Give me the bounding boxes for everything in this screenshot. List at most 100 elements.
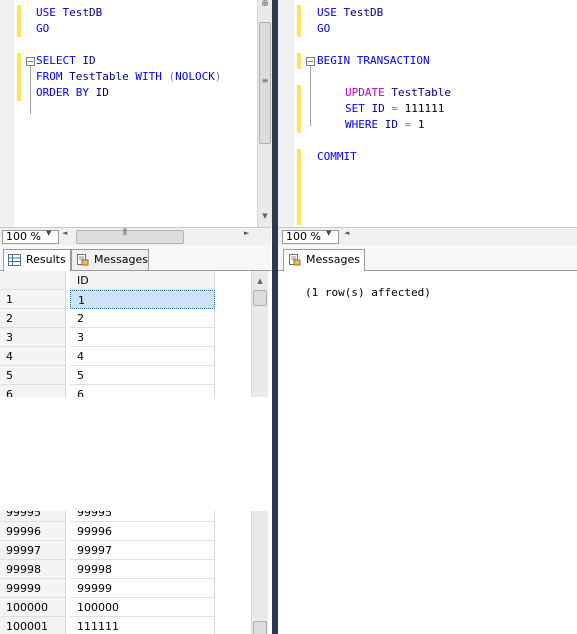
db-name: TestDB <box>343 6 384 19</box>
kw-commit: COMMIT <box>317 150 357 163</box>
change-marker <box>17 85 21 101</box>
id-cell[interactable]: 5 <box>70 366 215 385</box>
left-editor-vscrollbar[interactable]: ⊕ ≡ ▼ <box>257 0 272 227</box>
code-line-7: SET ID = 111111 <box>345 101 444 117</box>
row-number-cell[interactable]: 99998 <box>0 560 66 579</box>
kw-use: USE <box>317 6 337 19</box>
row-number-cell[interactable]: 100001 <box>0 617 66 634</box>
chevron-down-icon[interactable]: ▼ <box>326 229 331 237</box>
tab-label: Messages <box>306 253 360 266</box>
row-number-cell[interactable]: 4 <box>0 347 66 366</box>
chevron-down-icon[interactable]: ▼ <box>46 229 51 237</box>
table-row[interactable]: 100001 111111 <box>0 617 215 634</box>
messages-output-text: (1 row(s) affected) <box>305 286 431 299</box>
id-cell[interactable]: 1 <box>70 290 215 309</box>
editor-margin <box>0 0 14 227</box>
paren-close: ) <box>214 70 222 83</box>
operator-eq: = <box>404 118 412 131</box>
kw-order-by: ORDER BY <box>36 86 89 99</box>
id-cell[interactable]: 4 <box>70 347 215 366</box>
table-row[interactable]: 22 <box>0 309 215 328</box>
table-row[interactable]: 99998 99998 <box>0 560 215 579</box>
scroll-left-arrow-icon[interactable]: ◄ <box>344 229 349 237</box>
table-row[interactable]: 11 <box>0 290 215 309</box>
messages-icon <box>77 254 89 266</box>
kw-update: UPDATE <box>345 86 385 99</box>
fold-guide <box>310 66 311 126</box>
scroll-right-arrow-icon[interactable]: ► <box>244 229 249 237</box>
code-line-1: USE TestDB <box>36 5 102 21</box>
row-number-cell[interactable]: 100000 <box>0 598 66 617</box>
zoom-value: 100 % <box>6 230 41 243</box>
table-row[interactable]: 100000 100000 <box>0 598 215 617</box>
code-line-5: FROM TestTable WITH (NOLOCK) <box>36 69 221 85</box>
row-number-cell[interactable]: 99997 <box>0 541 66 560</box>
db-name: TestDB <box>62 6 103 19</box>
code-line-4: BEGIN TRANSACTION <box>317 53 430 69</box>
table-row[interactable]: 99996 99996 <box>0 522 215 541</box>
tab-messages[interactable]: Messages <box>283 249 365 271</box>
id-cell[interactable]: 99997 <box>70 541 215 560</box>
scroll-down-arrow-icon[interactable]: ▼ <box>258 212 272 220</box>
table-row[interactable]: 55 <box>0 366 215 385</box>
kw-set: SET <box>345 102 365 115</box>
scrollbar-thumb[interactable] <box>253 290 267 306</box>
code-line-10: COMMIT <box>317 149 357 165</box>
tab-label: Results <box>26 253 66 266</box>
collapse-toggle-icon[interactable]: − <box>26 57 35 66</box>
row-number-cell[interactable]: 99996 <box>0 522 66 541</box>
table-row[interactable]: 99997 99997 <box>0 541 215 560</box>
code-line-6: ORDER BY ID <box>36 85 109 101</box>
id-cell[interactable]: 3 <box>70 328 215 347</box>
change-marker <box>17 5 21 21</box>
kw-nolock: NOLOCK <box>175 70 215 83</box>
kw-begin-transaction: BEGIN TRANSACTION <box>317 54 430 67</box>
change-marker <box>297 85 301 133</box>
tab-messages[interactable]: Messages <box>71 249 149 270</box>
kw-where: WHERE <box>345 118 379 131</box>
id-cell[interactable]: 2 <box>70 309 215 328</box>
scroll-up-arrow-icon[interactable]: ▲ <box>252 277 268 285</box>
id-cell[interactable]: 99996 <box>70 522 215 541</box>
zoom-value: 100 % <box>286 230 321 243</box>
change-marker <box>17 69 21 85</box>
change-marker <box>297 5 301 21</box>
col-name: ID <box>82 54 96 67</box>
kw-use: USE <box>36 6 56 19</box>
kw-from: FROM <box>36 70 63 83</box>
table-row[interactable]: 33 <box>0 328 215 347</box>
left-query-editor[interactable]: − USE TestDB GO SELECT ID FROM TestTable… <box>0 0 257 227</box>
id-cell[interactable]: 99999 <box>70 579 215 598</box>
scrollbar-thumb[interactable] <box>253 621 267 634</box>
id-cell[interactable]: 100000 <box>70 598 215 617</box>
grid-icon <box>8 254 21 266</box>
row-number-cell[interactable]: 1 <box>0 290 66 309</box>
column-header-id[interactable]: ID <box>70 271 215 290</box>
row-header-corner <box>0 271 66 290</box>
scroll-split-icon[interactable]: ⊕ <box>258 0 272 9</box>
row-number-cell[interactable]: 99999 <box>0 579 66 598</box>
tab-label: Messages <box>94 253 148 266</box>
tab-results[interactable]: Results <box>3 249 71 271</box>
row-number-cell[interactable]: 3 <box>0 328 66 347</box>
table-row[interactable]: 99999 99999 <box>0 579 215 598</box>
row-number-cell[interactable]: 5 <box>0 366 66 385</box>
kw-go: GO <box>317 22 331 35</box>
table-row[interactable]: 44 <box>0 347 215 366</box>
grip-icon: ≡ <box>261 76 269 85</box>
right-results-tabstrip: Messages <box>278 245 577 271</box>
left-results-tabstrip: Results Messages <box>0 245 271 271</box>
id-cell[interactable]: 111111 <box>70 617 215 634</box>
operator-eq: = <box>391 102 398 115</box>
hscroll-thumb[interactable] <box>76 230 184 244</box>
right-status-zoom-bar: 100 % ▼ ◄ <box>278 227 577 246</box>
change-marker <box>17 21 21 37</box>
id-cell[interactable]: 99998 <box>70 560 215 579</box>
scroll-left-arrow-icon[interactable]: ◄ <box>62 229 67 237</box>
code-line-2: GO <box>36 21 49 37</box>
right-query-editor[interactable]: − USE TestDB GO BEGIN TRANSACTION UPDATE… <box>278 0 577 227</box>
collapse-toggle-icon[interactable]: − <box>306 57 315 66</box>
change-marker <box>297 53 301 69</box>
code-line-4: SELECT ID <box>36 53 96 69</box>
row-number-cell[interactable]: 2 <box>0 309 66 328</box>
